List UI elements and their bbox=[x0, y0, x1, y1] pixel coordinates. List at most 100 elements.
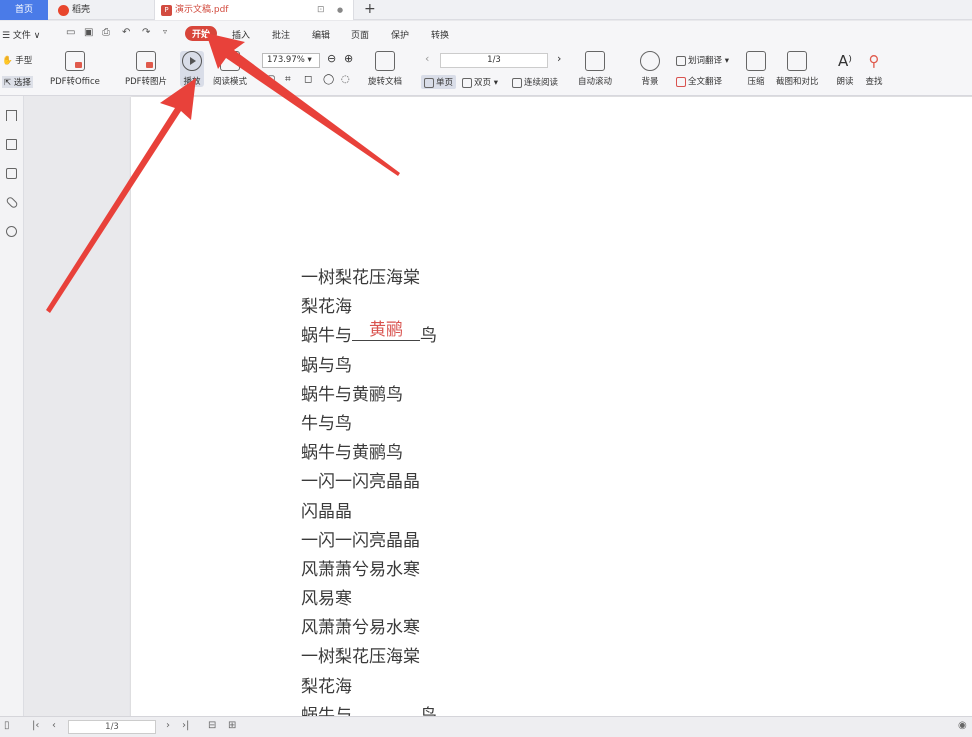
unsaved-dot-icon: ● bbox=[337, 6, 344, 14]
select-label: 选择 bbox=[13, 78, 31, 88]
rotate-left-icon[interactable]: ◯ bbox=[323, 74, 334, 85]
menu-file[interactable]: ☰ 文件 ∨ bbox=[2, 28, 40, 41]
text-line: 蜗与鸟 bbox=[301, 355, 352, 376]
status-page-input[interactable]: 1/3 bbox=[68, 720, 156, 734]
thumbnail-icon[interactable] bbox=[6, 139, 17, 150]
next-page-status-icon[interactable]: › bbox=[166, 720, 170, 731]
comment-icon[interactable] bbox=[6, 168, 17, 179]
compress-button[interactable]: 压缩 bbox=[746, 51, 766, 87]
pdf-to-office-icon bbox=[64, 51, 85, 71]
zoom-out-icon[interactable]: ⊖ bbox=[327, 52, 336, 65]
single-page-icon bbox=[424, 77, 434, 88]
full-translate-label: 全文翻译 bbox=[688, 77, 723, 87]
hand-tool-button[interactable]: ✋ 手型 bbox=[2, 54, 32, 66]
prev-page-status-icon[interactable]: ‹ bbox=[52, 720, 56, 731]
text-line: 一闪一闪亮晶晶 bbox=[301, 472, 420, 493]
tab-pin-icon[interactable]: ⊡ bbox=[317, 0, 325, 20]
menu-insert[interactable]: 插入 bbox=[232, 28, 250, 41]
fill-blank: 黄鹂 bbox=[352, 320, 420, 342]
fill-blank-empty bbox=[352, 701, 420, 716]
word-translate-button[interactable]: 划词翻译 ▾ bbox=[676, 54, 729, 66]
cut-prefix: 蜗牛与 bbox=[301, 705, 352, 716]
menu-annotate[interactable]: 批注 bbox=[272, 28, 290, 41]
continuous-read-label: 连续阅读 bbox=[524, 78, 559, 88]
zoom-in-icon[interactable]: ⊕ bbox=[344, 52, 353, 65]
new-tab-button[interactable]: + bbox=[364, 0, 376, 18]
auto-scroll-icon bbox=[585, 51, 605, 71]
sidebar-toggle-icon[interactable]: ▯ bbox=[4, 720, 10, 731]
screenshot-icon bbox=[787, 51, 808, 71]
menu-page[interactable]: 页面 bbox=[351, 28, 369, 41]
document-viewport[interactable]: 一树梨花压海棠 梨花海 蜗牛与 黄鹂鸟 蜗与鸟 蜗牛与黄鹂鸟 牛与鸟 蜗牛与黄鹂鸟… bbox=[25, 96, 972, 716]
page-number-value: 1/3 bbox=[487, 55, 501, 65]
read-aloud-label: 朗读 bbox=[836, 77, 854, 87]
zoom-select[interactable]: 173.97% ▾ bbox=[262, 53, 320, 68]
double-page-label: 双页 bbox=[474, 78, 492, 88]
print-icon[interactable]: ⎙ bbox=[102, 27, 110, 38]
menu-edit[interactable]: 编辑 bbox=[312, 28, 330, 41]
book-icon bbox=[220, 51, 240, 71]
compress-icon bbox=[746, 51, 766, 71]
actual-size-icon[interactable]: ◻ bbox=[304, 74, 312, 85]
single-page-button[interactable]: 单页 bbox=[421, 75, 457, 89]
page-number-input[interactable]: 1/3 bbox=[440, 53, 548, 68]
rotate-right-icon[interactable]: ◌ bbox=[341, 74, 350, 85]
find-button[interactable]: ⚲ 查找 bbox=[864, 51, 884, 87]
tab-bar: 首页 稻壳 P 演示文稿.pdf ⊡ ● + bbox=[0, 0, 972, 20]
play-button[interactable]: 播放 bbox=[180, 51, 204, 87]
next-page-icon[interactable]: › bbox=[557, 52, 561, 65]
text-line: 一树梨花压海棠 bbox=[301, 647, 420, 668]
tab-app[interactable]: 稻壳 bbox=[52, 0, 150, 20]
menu-bar: ☰ 文件 ∨ ▭ ▣ ⎙ ↶ ↷ ▿ 开始 插入 批注 编辑 页面 保护 转换 bbox=[0, 21, 972, 47]
text-line: 蜗牛与黄鹂鸟 bbox=[301, 443, 403, 464]
rotate-document-button[interactable]: 旋转文档 bbox=[368, 51, 402, 87]
pdf-to-office-label: PDF转Office bbox=[50, 77, 100, 87]
undo-icon[interactable]: ↶ bbox=[122, 27, 130, 38]
save-icon[interactable]: ▣ bbox=[84, 27, 93, 38]
prev-page-icon[interactable]: ‹ bbox=[425, 52, 429, 65]
next-view-icon[interactable]: ⊞ bbox=[228, 720, 236, 731]
blank-answer: 黄鹂 bbox=[369, 320, 403, 341]
ribbon-toolbar: ✋ 手型 ⇱ 选择 PDF转Office PDF转图片 播放 阅读模式 173.… bbox=[0, 47, 972, 96]
last-page-icon[interactable]: ›| bbox=[182, 720, 189, 731]
first-page-icon[interactable]: |‹ bbox=[32, 720, 39, 731]
prev-view-icon[interactable]: ⊟ bbox=[208, 720, 216, 731]
pdf-page: 一树梨花压海棠 梨花海 蜗牛与 黄鹂鸟 蜗与鸟 蜗牛与黄鹂鸟 牛与鸟 蜗牛与黄鹂鸟… bbox=[131, 97, 972, 716]
menu-protect[interactable]: 保护 bbox=[391, 28, 409, 41]
auto-scroll-label: 自动滚动 bbox=[578, 77, 613, 87]
pdf-to-image-button[interactable]: PDF转图片 bbox=[125, 51, 167, 87]
word-translate-icon bbox=[676, 55, 686, 66]
signature-icon[interactable] bbox=[6, 226, 17, 237]
eye-icon[interactable]: ◉ bbox=[958, 720, 967, 731]
fit-page-icon[interactable]: ▢ bbox=[266, 74, 275, 85]
read-aloud-button[interactable]: A⁾ 朗读 bbox=[835, 51, 855, 87]
tab-document[interactable]: P 演示文稿.pdf ⊡ ● bbox=[154, 0, 354, 20]
select-tool-button[interactable]: ⇱ 选择 bbox=[2, 76, 33, 88]
read-mode-button[interactable]: 阅读模式 bbox=[213, 51, 247, 87]
bookmark-icon[interactable] bbox=[6, 110, 17, 121]
continuous-read-button[interactable]: 连续阅读 bbox=[512, 76, 558, 88]
hand-label: 手型 bbox=[15, 56, 33, 66]
text-line-with-blank: 蜗牛与 黄鹂鸟 bbox=[301, 320, 437, 350]
status-page-value: 1/3 bbox=[105, 722, 119, 732]
pdf-to-office-button[interactable]: PDF转Office bbox=[50, 51, 100, 87]
quick-access-dropdown-icon[interactable]: ▿ bbox=[163, 27, 167, 36]
tab-app-label: 稻壳 bbox=[72, 5, 91, 15]
tab-home[interactable]: 首页 bbox=[0, 0, 48, 20]
redo-icon[interactable]: ↷ bbox=[142, 27, 150, 38]
background-button[interactable]: 背景 bbox=[640, 51, 660, 87]
screenshot-compare-label: 截图和对比 bbox=[776, 77, 819, 87]
auto-scroll-button[interactable]: 自动滚动 bbox=[578, 51, 612, 87]
read-mode-label: 阅读模式 bbox=[213, 77, 248, 87]
open-icon[interactable]: ▭ bbox=[66, 27, 75, 38]
screenshot-compare-button[interactable]: 截图和对比 bbox=[776, 51, 819, 87]
menu-convert[interactable]: 转换 bbox=[431, 28, 449, 41]
menu-start[interactable]: 开始 bbox=[185, 26, 218, 41]
full-translate-button[interactable]: 全文翻译 bbox=[676, 75, 722, 87]
document-text: 一树梨花压海棠 梨花海 蜗牛与 黄鹂鸟 蜗与鸟 蜗牛与黄鹂鸟 牛与鸟 蜗牛与黄鹂鸟… bbox=[301, 263, 437, 716]
zoom-value: 173.97% bbox=[267, 55, 305, 65]
double-page-button[interactable]: 双页 ▾ bbox=[462, 76, 498, 88]
text-line: 蜗牛与黄鹂鸟 bbox=[301, 384, 403, 405]
fit-width-icon[interactable]: ⌗ bbox=[285, 74, 291, 85]
attachment-icon[interactable] bbox=[5, 195, 19, 210]
